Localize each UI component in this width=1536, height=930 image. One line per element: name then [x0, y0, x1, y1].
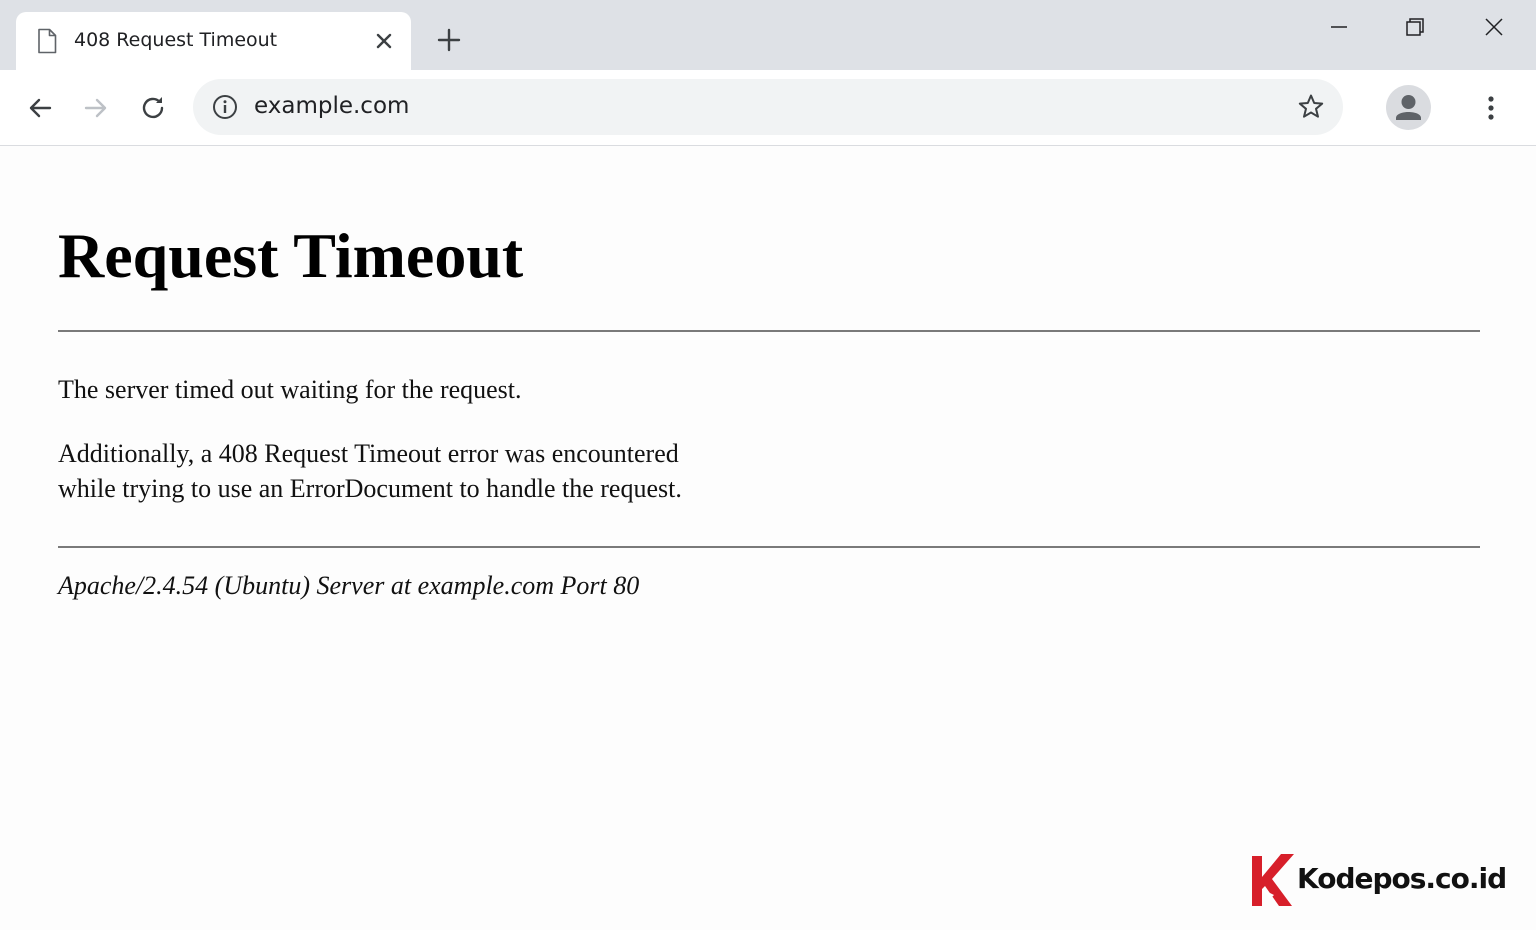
- tab-title: 408 Request Timeout: [74, 29, 278, 51]
- server-signature: Apache/2.4.54 (Ubuntu) Server at example…: [58, 571, 640, 600]
- reload-icon[interactable]: [137, 92, 169, 124]
- new-tab-icon[interactable]: [436, 27, 462, 53]
- address-bar[interactable]: example.com: [193, 79, 1343, 135]
- page-content: Request Timeout The server timed out wai…: [0, 146, 1536, 930]
- back-arrow-icon[interactable]: [24, 92, 56, 124]
- divider-bottom: [58, 546, 1480, 548]
- divider-top: [58, 330, 1480, 332]
- page-title: Request Timeout: [58, 220, 524, 291]
- error-message: The server timed out waiting for the req…: [58, 375, 522, 404]
- avatar-icon: [1396, 95, 1421, 120]
- watermark-text: Kodepos.co.id: [1297, 862, 1507, 895]
- avatar[interactable]: [1386, 85, 1431, 130]
- tab-strip: 408 Request Timeout: [0, 0, 1536, 70]
- additional-error-line-1: Additionally, a 408 Request Timeout erro…: [58, 439, 679, 468]
- url-text[interactable]: example.com: [254, 93, 409, 119]
- forward-arrow-icon[interactable]: [80, 92, 112, 124]
- additional-error-line-2: while trying to use an ErrorDocument to …: [58, 474, 682, 503]
- star-icon[interactable]: [1296, 92, 1326, 122]
- minimize-icon[interactable]: [1324, 12, 1354, 42]
- info-icon[interactable]: [212, 94, 238, 120]
- watermark: Kodepos.co.id: [1250, 852, 1510, 908]
- tab-active[interactable]: 408 Request Timeout: [16, 12, 411, 70]
- browser-toolbar: example.com: [0, 70, 1536, 146]
- additional-error-message: Additionally, a 408 Request Timeout erro…: [58, 436, 682, 506]
- menu-dots-icon[interactable]: [1476, 92, 1506, 124]
- close-icon[interactable]: [1479, 12, 1509, 42]
- document-icon: [38, 28, 57, 54]
- restore-icon[interactable]: [1400, 12, 1430, 42]
- kodepos-logo-icon: [1252, 854, 1294, 906]
- tab-close-icon[interactable]: [372, 29, 396, 53]
